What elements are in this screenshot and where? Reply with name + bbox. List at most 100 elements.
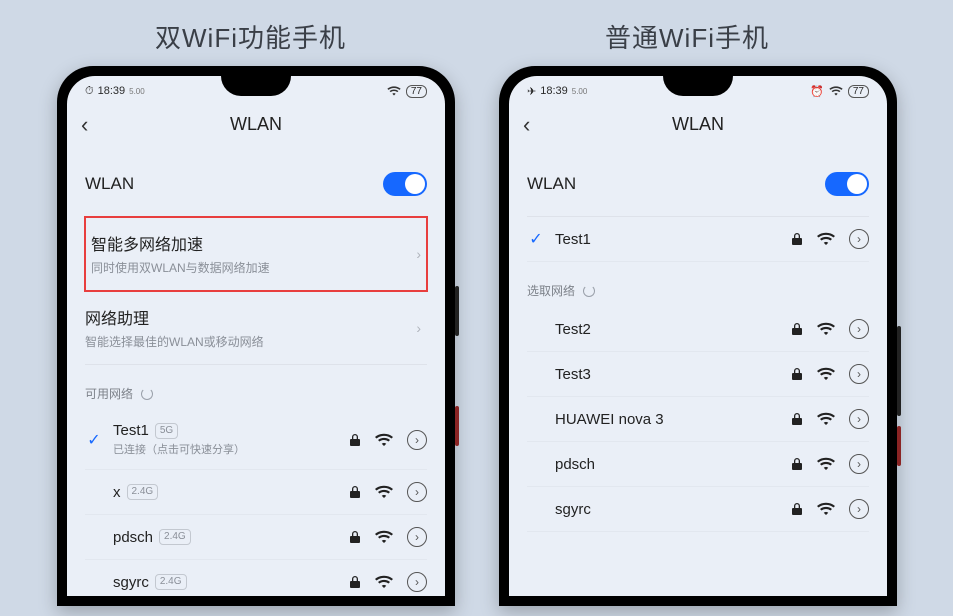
available-networks-label: 可用网络 — [85, 365, 427, 410]
network-name: Test1 5G — [113, 422, 339, 439]
network-row[interactable]: x 2.4G › — [85, 470, 427, 515]
lock-icon — [349, 530, 361, 544]
wifi-icon — [817, 232, 835, 246]
status-sub: 5.00 — [572, 87, 588, 96]
heading-right: 普通WiFi手机 — [605, 18, 769, 55]
wifi-icon — [375, 575, 393, 589]
network-row[interactable]: sgyrc › — [527, 487, 869, 532]
network-name: Test2 — [555, 321, 781, 338]
net-assist-title: 网络助理 — [85, 305, 427, 329]
lock-icon — [791, 322, 803, 336]
power-button — [897, 426, 901, 466]
info-button[interactable]: › — [849, 409, 869, 429]
wifi-icon — [817, 322, 835, 336]
phone-normal-wifi: ✈ 18:39 5.00 ⏰ 77 ‹ WLAN WLAN — [499, 66, 897, 606]
status-time: 18:39 — [98, 85, 126, 97]
wifi-icon — [817, 502, 835, 516]
smart-accel-row[interactable]: 智能多网络加速 同时使用双WLAN与数据网络加速 › — [85, 217, 427, 291]
wlan-toggle-row[interactable]: WLAN — [527, 146, 869, 217]
network-name: pdsch — [555, 456, 781, 473]
loading-spinner-icon — [141, 388, 153, 400]
lock-icon — [349, 575, 361, 589]
network-row[interactable]: pdsch 2.4G › — [85, 515, 427, 560]
loading-spinner-icon — [583, 285, 595, 297]
network-name: sgyrc 2.4G — [113, 574, 339, 591]
network-name: HUAWEI nova 3 — [555, 411, 781, 428]
chevron-right-icon: › — [416, 246, 421, 262]
net-assist-row[interactable]: 网络助理 智能选择最佳的WLAN或移动网络 › — [85, 291, 427, 365]
band-badge: 5G — [155, 423, 178, 439]
lock-icon — [791, 457, 803, 471]
phone-dual-wifi: ⏱ 18:39 5.00 77 ‹ WLAN WLAN — [57, 66, 455, 606]
band-badge: 2.4G — [127, 484, 159, 500]
lock-icon — [791, 502, 803, 516]
wifi-icon — [817, 367, 835, 381]
lock-icon — [349, 433, 361, 447]
band-badge: 2.4G — [159, 529, 191, 545]
net-assist-sub: 智能选择最佳的WLAN或移动网络 — [85, 333, 427, 350]
check-icon: ✓ — [527, 229, 545, 249]
network-name: Test1 — [555, 231, 781, 248]
power-button — [455, 406, 459, 446]
wifi-icon — [817, 457, 835, 471]
status-alarm-icon: ⏱ — [85, 85, 94, 98]
wifi-icon — [817, 412, 835, 426]
volume-button — [455, 286, 459, 336]
battery-indicator: 77 — [848, 85, 869, 98]
network-row[interactable]: Test2 › — [527, 307, 869, 352]
info-button[interactable]: › — [849, 364, 869, 384]
back-button[interactable]: ‹ — [81, 112, 88, 138]
volume-button — [897, 326, 901, 416]
wifi-icon — [375, 485, 393, 499]
page-title: WLAN — [672, 114, 724, 135]
airplane-icon: ✈ — [527, 85, 536, 98]
band-badge: 2.4G — [155, 574, 187, 590]
info-button[interactable]: › — [407, 572, 427, 592]
lock-icon — [349, 485, 361, 499]
network-row[interactable]: Test3 › — [527, 352, 869, 397]
lock-icon — [791, 232, 803, 246]
chevron-right-icon: › — [416, 320, 421, 336]
network-name: pdsch 2.4G — [113, 529, 339, 546]
lock-icon — [791, 367, 803, 381]
wlan-switch[interactable] — [825, 172, 869, 196]
wifi-icon — [375, 530, 393, 544]
info-button[interactable]: › — [849, 454, 869, 474]
nav-bar: ‹ WLAN — [509, 102, 887, 146]
network-row[interactable]: ✓ Test1 5G 已连接（点击可快速分享） › — [85, 410, 427, 470]
info-button[interactable]: › — [407, 482, 427, 502]
network-name: Test3 — [555, 366, 781, 383]
select-network-label: 选取网络 — [527, 262, 869, 307]
wlan-switch[interactable] — [383, 172, 427, 196]
info-button[interactable]: › — [407, 430, 427, 450]
network-row[interactable]: HUAWEI nova 3 › — [527, 397, 869, 442]
battery-indicator: 77 — [406, 85, 427, 98]
wlan-label: WLAN — [85, 174, 134, 194]
notch — [663, 76, 733, 96]
wlan-toggle-row[interactable]: WLAN — [85, 146, 427, 217]
status-sub: 5.00 — [129, 87, 145, 96]
wlan-label: WLAN — [527, 174, 576, 194]
info-button[interactable]: › — [849, 229, 869, 249]
network-name: sgyrc — [555, 501, 781, 518]
network-row[interactable]: pdsch › — [527, 442, 869, 487]
page-title: WLAN — [230, 114, 282, 135]
info-button[interactable]: › — [407, 527, 427, 547]
wifi-status-icon — [829, 86, 843, 96]
wifi-status-icon — [387, 86, 401, 96]
network-row[interactable]: ✓ Test1 › — [527, 217, 869, 262]
alarm-icon: ⏰ — [810, 85, 824, 98]
info-button[interactable]: › — [849, 319, 869, 339]
wifi-icon — [375, 433, 393, 447]
info-button[interactable]: › — [849, 499, 869, 519]
nav-bar: ‹ WLAN — [67, 102, 445, 146]
back-button[interactable]: ‹ — [523, 112, 530, 138]
network-name: x 2.4G — [113, 484, 339, 501]
network-row[interactable]: sgyrc 2.4G › — [85, 560, 427, 596]
check-icon: ✓ — [85, 430, 103, 450]
lock-icon — [791, 412, 803, 426]
notch — [221, 76, 291, 96]
smart-accel-title: 智能多网络加速 — [91, 231, 421, 255]
heading-left: 双WiFi功能手机 — [155, 18, 346, 55]
network-sub: 已连接（点击可快速分享） — [113, 441, 339, 457]
